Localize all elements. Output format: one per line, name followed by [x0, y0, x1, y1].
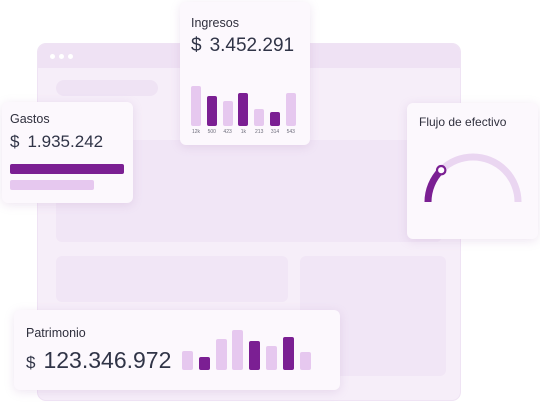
chart-bar [182, 351, 193, 370]
chart-bar [222, 101, 233, 126]
bar-tick-label: 213 [255, 129, 264, 135]
bar-tick-label: 500 [207, 129, 216, 135]
chart-bar [249, 341, 261, 370]
currency-symbol: $ [26, 353, 36, 372]
currency-symbol: $ [191, 35, 202, 56]
chart-bar [10, 164, 124, 174]
flujo-gauge [424, 153, 522, 203]
window-dot-icon [59, 54, 64, 59]
gauge-track [424, 153, 522, 203]
chart-bar [285, 93, 296, 126]
ingresos-amount: $3.452.291 [191, 35, 294, 57]
chart-bar [10, 180, 94, 190]
patrimonio-title: Patrimonio [26, 326, 86, 340]
bar-tick-label: 543 [286, 129, 295, 135]
chart-bar [266, 346, 277, 370]
content-placeholder [56, 256, 288, 302]
chart-bar [254, 109, 265, 126]
patrimonio-amount: $123.346.972 [26, 347, 171, 374]
window-dot-icon [50, 54, 55, 59]
gastos-value: 1.935.242 [27, 132, 104, 151]
bar-tick-label: 423 [223, 129, 232, 135]
chart-bar [206, 96, 217, 126]
gastos-card: Gastos $1.935.242 [2, 102, 133, 203]
bar-tick-label: 314 [270, 129, 280, 135]
currency-symbol: $ [10, 132, 20, 151]
gauge-knob [435, 164, 447, 176]
chart-bar [238, 93, 249, 126]
chart-bar [232, 330, 244, 370]
ingresos-value: 3.452.291 [209, 35, 295, 56]
chart-bar [191, 86, 201, 126]
chart-bar [282, 337, 294, 370]
patrimonio-value: 123.346.972 [43, 347, 172, 373]
flujo-card: Flujo de efectivo [407, 103, 538, 239]
chart-bar [299, 352, 311, 370]
bar-tick-label: 12k [191, 129, 201, 135]
address-bar-placeholder [56, 80, 158, 96]
window-dot-icon [68, 54, 73, 59]
bar-tick-label: 1k [240, 129, 247, 135]
chart-bar [215, 339, 227, 370]
chart-bar [198, 357, 210, 370]
chart-bar [270, 112, 280, 126]
ingresos-card: Ingresos $3.452.291 12k 500 423 1k 213 314 543 [180, 2, 310, 145]
gastos-amount: $1.935.242 [10, 132, 103, 152]
ingresos-title: Ingresos [191, 16, 239, 30]
patrimonio-card: Patrimonio $123.346.972 [14, 310, 340, 390]
gastos-title: Gastos [10, 112, 50, 126]
